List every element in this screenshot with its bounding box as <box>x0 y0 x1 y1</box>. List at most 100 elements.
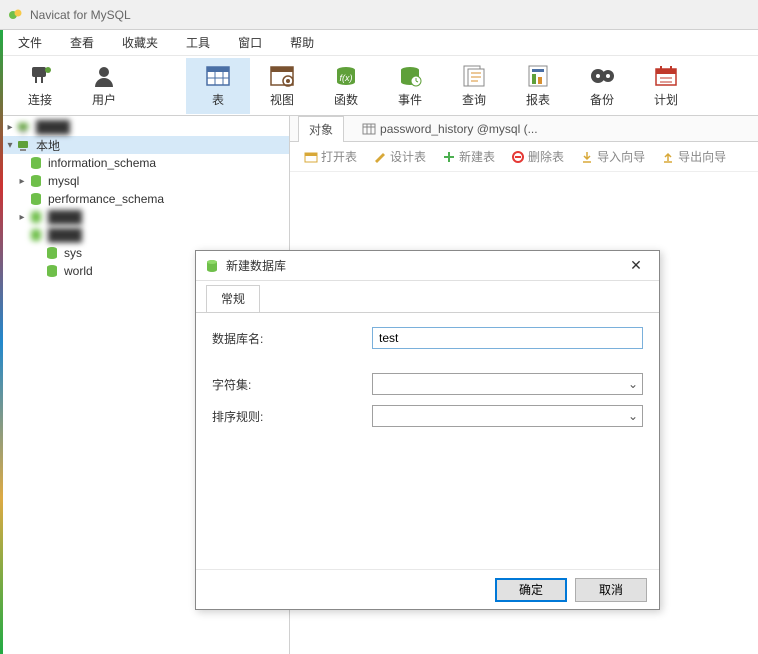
expand-icon: ▾ <box>4 140 16 151</box>
func-icon: f(x) <box>332 63 360 89</box>
toolbar-label: 事件 <box>398 91 422 108</box>
database-icon <box>28 191 44 207</box>
tab-objects[interactable]: 对象 <box>298 116 344 143</box>
tree-row[interactable]: ▾ 本地 <box>0 136 289 154</box>
titlebar: Navicat for MySQL <box>0 0 758 30</box>
toolbar-user-button[interactable]: 用户 <box>72 58 136 114</box>
collation-combo[interactable]: ⌄ <box>372 405 643 427</box>
toolbar-event-button[interactable]: 事件 <box>378 58 442 114</box>
table-icon <box>204 63 232 89</box>
export-wizard-button[interactable]: 导出向导 <box>655 145 732 168</box>
tree-item-label: information_schema <box>48 156 156 170</box>
tree-item-label: sys <box>64 246 82 260</box>
dialog-footer: 确定 取消 <box>196 569 659 609</box>
database-icon <box>28 173 44 189</box>
toolbar-table-button[interactable]: 表 <box>186 58 250 114</box>
tab-password-history-label: password_history @mysql (... <box>380 122 538 136</box>
menu-help[interactable]: 帮助 <box>276 30 328 55</box>
tree-row[interactable]: ▸████ <box>0 118 289 136</box>
tree-item-label: mysql <box>48 174 79 188</box>
database-icon <box>204 258 220 274</box>
toolbar-schedule-button[interactable]: 计划 <box>634 58 698 114</box>
new-table-button[interactable]: 新建表 <box>436 145 501 168</box>
dialog-tabs: 常规 <box>196 285 659 313</box>
view-icon <box>268 63 296 89</box>
toolbar-label: 报表 <box>526 91 550 108</box>
minus-icon <box>511 150 525 164</box>
close-button[interactable]: ✕ <box>621 251 651 281</box>
import-wizard-button[interactable]: 导入向导 <box>574 145 651 168</box>
toolbar-label: 函数 <box>334 91 358 108</box>
dialog-body: 数据库名: 字符集: ⌄ 排序规则: ⌄ <box>196 313 659 569</box>
tree-item-label: 本地 <box>36 137 60 154</box>
plus-icon <box>442 150 456 164</box>
toolbar-connect-button[interactable]: 连接 <box>8 58 72 114</box>
toolbar-label: 计划 <box>654 91 678 108</box>
delete-table-button[interactable]: 删除表 <box>505 145 570 168</box>
menu-tools[interactable]: 工具 <box>172 30 224 55</box>
toolbar-label: 连接 <box>28 91 52 108</box>
database-icon <box>44 263 60 279</box>
tab-objects-label: 对象 <box>309 121 333 138</box>
toolbar-query-button[interactable]: 查询 <box>442 58 506 114</box>
open-table-button[interactable]: 打开表 <box>298 145 363 168</box>
app-icon <box>8 7 24 23</box>
tree-row[interactable]: ▸ mysql <box>0 172 289 190</box>
export-icon <box>661 150 675 164</box>
database-icon <box>28 209 44 225</box>
svg-text:f(x): f(x) <box>340 73 353 83</box>
table-icon <box>362 122 376 136</box>
toolbar-label: 查询 <box>462 91 486 108</box>
database-icon <box>28 227 44 243</box>
database-icon <box>28 155 44 171</box>
design-table-button[interactable]: 设计表 <box>367 145 432 168</box>
sub-toolbar: 打开表 设计表 新建表 删除表 导入向导 导出向导 <box>290 142 758 172</box>
expand-icon: ▸ <box>16 176 28 187</box>
tree-item-label: world <box>64 264 93 278</box>
toolbar-label: 用户 <box>92 91 116 108</box>
app-title: Navicat for MySQL <box>30 8 131 22</box>
menu-favorites[interactable]: 收藏夹 <box>108 30 172 55</box>
query-icon <box>460 63 488 89</box>
design-icon <box>373 150 387 164</box>
menu-view[interactable]: 查看 <box>56 30 108 55</box>
dbname-label: 数据库名: <box>212 330 372 347</box>
expand-icon: ▸ <box>4 122 16 133</box>
menu-window[interactable]: 窗口 <box>224 30 276 55</box>
tree-item-label: ████ <box>48 228 82 242</box>
schedule-icon <box>652 63 680 89</box>
open-icon <box>304 150 318 164</box>
toolbar-report-button[interactable]: 报表 <box>506 58 570 114</box>
dbname-input[interactable] <box>372 327 643 349</box>
user-icon <box>90 63 118 89</box>
dialog-titlebar: 新建数据库 ✕ <box>196 251 659 281</box>
charset-combo[interactable]: ⌄ <box>372 373 643 395</box>
event-icon <box>396 63 424 89</box>
cancel-button[interactable]: 取消 <box>575 578 647 602</box>
plug-icon <box>26 63 54 89</box>
connection-icon <box>16 137 32 153</box>
charset-label: 字符集: <box>212 376 372 393</box>
menu-file[interactable]: 文件 <box>4 30 56 55</box>
report-icon <box>524 63 552 89</box>
new-database-dialog: 新建数据库 ✕ 常规 数据库名: 字符集: ⌄ 排序规则: ⌄ 确定 取消 <box>195 250 660 610</box>
tree-item-label: performance_schema <box>48 192 164 206</box>
tab-password-history[interactable]: password_history @mysql (... <box>352 118 548 140</box>
ok-button[interactable]: 确定 <box>495 578 567 602</box>
side-accent <box>0 30 3 654</box>
tree-row[interactable]: information_schema <box>0 154 289 172</box>
tree-row[interactable]: ████ <box>0 226 289 244</box>
toolbar: 连接 用户 表视图 f(x) 函数 事件 查询 报表 备份 计划 <box>0 56 758 116</box>
backup-icon <box>588 63 616 89</box>
toolbar-backup-button[interactable]: 备份 <box>570 58 634 114</box>
toolbar-func-button[interactable]: f(x) 函数 <box>314 58 378 114</box>
expand-icon: ▸ <box>16 212 28 223</box>
toolbar-label: 备份 <box>590 91 614 108</box>
toolbar-view-button[interactable]: 视图 <box>250 58 314 114</box>
tree-row[interactable]: performance_schema <box>0 190 289 208</box>
import-icon <box>580 150 594 164</box>
tree-row[interactable]: ▸████ <box>0 208 289 226</box>
tab-general[interactable]: 常规 <box>206 285 260 312</box>
collation-label: 排序规则: <box>212 408 372 425</box>
toolbar-label: 视图 <box>270 91 294 108</box>
